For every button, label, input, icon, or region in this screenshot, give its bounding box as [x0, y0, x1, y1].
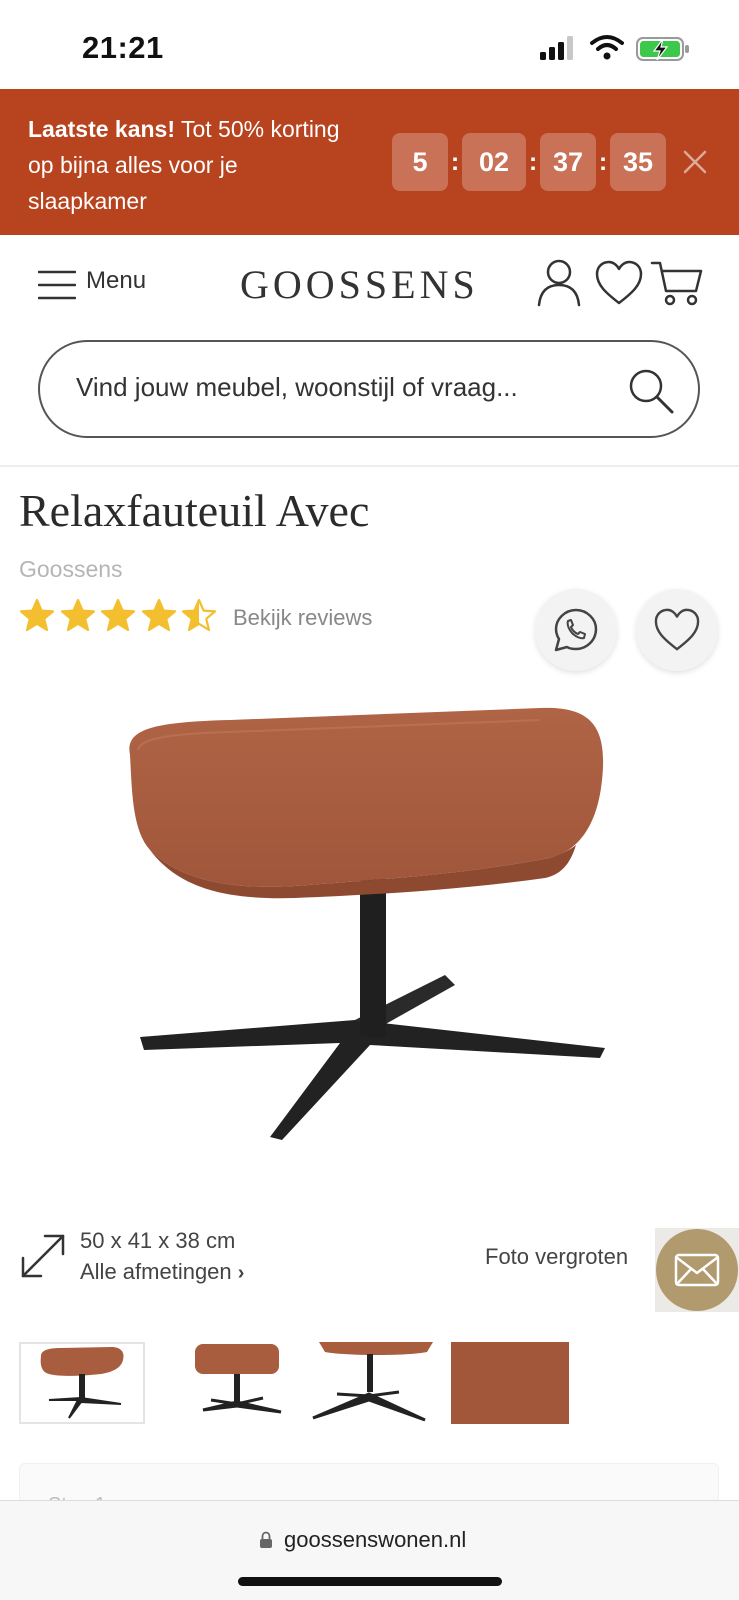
product-dimensions: 50 x 41 x 38 cm — [80, 1228, 236, 1253]
close-icon[interactable] — [682, 149, 708, 175]
chevron-right-icon: › — [237, 1262, 245, 1284]
promo-banner: Laatste kans! Tot 50% korting op bijna a… — [0, 89, 739, 235]
wifi-icon — [590, 35, 624, 60]
battery-charging-icon — [636, 37, 689, 61]
countdown-separator: : — [598, 147, 608, 176]
url-text[interactable]: goossenswonen.nl — [284, 1527, 466, 1553]
product-brand[interactable]: Goossens — [19, 556, 123, 583]
star-icon — [100, 598, 136, 632]
user-icon[interactable] — [536, 257, 582, 307]
promo-text: Laatste kans! Tot 50% korting op bijna a… — [28, 111, 358, 219]
configurator-card: Stap 1 — [19, 1463, 719, 1503]
star-rating[interactable] — [19, 598, 222, 632]
countdown-minutes: 37 — [540, 133, 596, 191]
resize-arrows-icon — [21, 1234, 65, 1278]
status-bar: 21:21 — [0, 0, 739, 89]
cart-icon[interactable] — [650, 259, 704, 307]
countdown-separator: : — [450, 147, 460, 176]
thumbnail-image — [195, 1344, 282, 1414]
search-icon[interactable] — [626, 366, 676, 416]
home-indicator[interactable] — [238, 1577, 502, 1586]
thumbnail-2[interactable] — [163, 1342, 289, 1424]
star-icon — [60, 598, 95, 632]
hamburger-menu-icon[interactable] — [38, 268, 76, 302]
countdown-separator: : — [528, 147, 538, 176]
site-header: Menu GOOSSENS — [0, 235, 739, 335]
thumbnail-image — [40, 1347, 124, 1419]
header-divider — [0, 465, 739, 467]
heart-icon — [654, 608, 700, 651]
countdown-days: 5 — [392, 133, 448, 191]
status-time: 21:21 — [82, 30, 164, 65]
promo-highlight: Laatste kans! — [28, 116, 176, 142]
cellular-signal-icon — [540, 36, 573, 60]
contact-mail-button[interactable] — [656, 1229, 738, 1311]
search-input[interactable] — [76, 372, 596, 403]
enlarge-photo-button[interactable]: Foto vergroten — [485, 1244, 628, 1270]
heart-icon[interactable] — [594, 259, 644, 307]
all-dimensions-link[interactable]: Alle afmetingen › — [80, 1259, 244, 1285]
star-icon — [19, 598, 55, 632]
star-icon — [181, 598, 217, 632]
site-logo[interactable]: GOOSSENS — [240, 261, 479, 308]
lock-icon — [260, 1531, 272, 1548]
thumbnail-3[interactable] — [307, 1342, 433, 1424]
thumbnail-1[interactable] — [19, 1342, 145, 1424]
browser-url-bar[interactable]: goossenswonen.nl — [0, 1500, 739, 1600]
thumbnail-strip — [19, 1342, 587, 1424]
countdown-timer: 5 : 02 : 37 : 35 — [392, 133, 666, 191]
product-title: Relaxfauteuil Avec — [19, 485, 370, 536]
thumbnail-image — [312, 1342, 433, 1422]
product-image[interactable] — [120, 700, 630, 1170]
countdown-hours: 02 — [462, 133, 526, 191]
all-dimensions-label: Alle afmetingen — [80, 1259, 232, 1284]
envelope-icon — [674, 1253, 720, 1287]
menu-button[interactable]: Menu — [86, 267, 146, 295]
thumbnail-4[interactable] — [451, 1342, 569, 1424]
search-bar — [38, 340, 700, 438]
whatsapp-button[interactable] — [535, 589, 617, 671]
favorite-button[interactable] — [636, 589, 718, 671]
reviews-link[interactable]: Bekijk reviews — [233, 605, 372, 631]
star-icon — [141, 598, 176, 632]
whatsapp-icon — [554, 608, 598, 652]
countdown-seconds: 35 — [610, 133, 666, 191]
